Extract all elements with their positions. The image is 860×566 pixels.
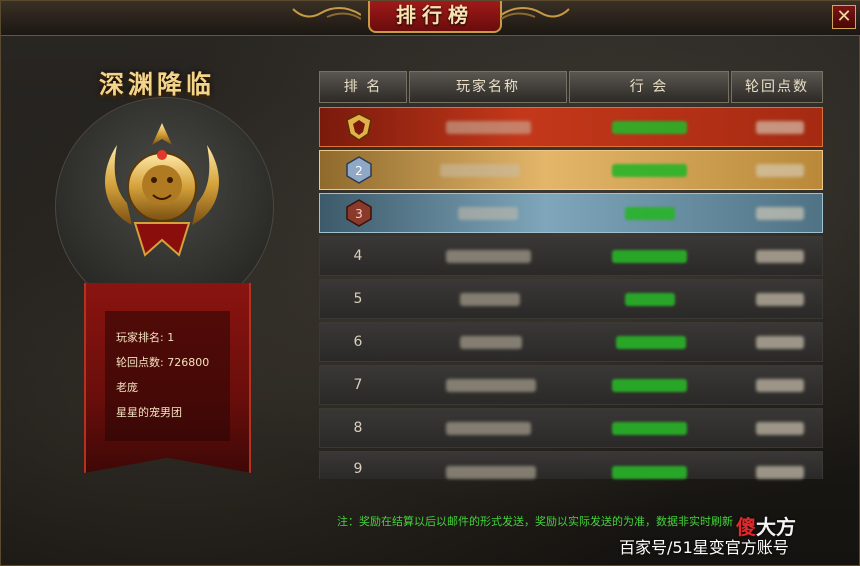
guild-name-blurred: [612, 422, 687, 435]
player-rank-text: 玩家排名: 1: [116, 331, 175, 344]
player-name-blurred: [446, 422, 531, 435]
player-name-text: 老庞: [116, 381, 138, 394]
gold-medal-icon: [346, 113, 372, 141]
rank-cell: 4: [353, 248, 363, 264]
watermark-logo-red: 傻: [736, 515, 756, 539]
left-ornament-icon: [292, 7, 361, 20]
player-name-blurred: [460, 293, 520, 306]
player-name-blurred: [446, 466, 536, 479]
bronze-medal-icon: 3: [346, 199, 372, 227]
player-name-blurred: [446, 379, 536, 392]
player-name-blurred: [458, 207, 518, 220]
table-row[interactable]: 9: [319, 451, 823, 479]
points-blurred: [756, 164, 804, 177]
points-blurred: [756, 121, 804, 134]
svg-text:3: 3: [355, 207, 363, 221]
rank-cell: 8: [353, 420, 363, 436]
points-blurred: [756, 379, 804, 392]
table-row[interactable]: 7: [319, 365, 823, 405]
player-guild-text: 星星的宠男团: [116, 406, 182, 419]
title-bar: 排行榜 ✕: [1, 1, 860, 36]
ranking-window: 排行榜 ✕ 深渊降临 玩家排名: 1 轮回点数: 726800 老庞 星星的宠男…: [0, 0, 860, 566]
player-name-blurred: [446, 121, 531, 134]
right-ornament-icon: [501, 7, 570, 20]
guild-name-blurred: [612, 379, 687, 392]
panel-title: 深渊降临: [99, 70, 216, 99]
guild-name-blurred: [625, 207, 675, 220]
header-player-name: 玩家名称: [409, 71, 567, 103]
guild-name-blurred: [612, 250, 687, 263]
silver-medal-icon: 2: [346, 156, 372, 184]
table-row[interactable]: 8: [319, 408, 823, 448]
table-row[interactable]: 6: [319, 322, 823, 362]
close-button[interactable]: ✕: [832, 5, 856, 29]
watermark-logo: 傻大方: [736, 511, 846, 541]
table-row[interactable]: [319, 107, 823, 147]
points-blurred: [756, 466, 804, 479]
table-row[interactable]: 3: [319, 193, 823, 233]
header-rank: 排 名: [319, 71, 407, 103]
player-name-blurred: [460, 336, 522, 349]
points-blurred: [756, 293, 804, 306]
rank-cell: 5: [353, 291, 363, 307]
svg-text:2: 2: [355, 164, 363, 178]
points-blurred: [756, 336, 804, 349]
window-title: 排行榜: [368, 1, 502, 33]
header-points: 轮回点数: [731, 71, 823, 103]
rank-cell: 7: [353, 377, 363, 393]
table-row[interactable]: 4: [319, 236, 823, 276]
player-points-text: 轮回点数: 726800: [116, 356, 210, 369]
guild-name-blurred: [612, 466, 687, 479]
reward-note: 注：奖励在结算以后以邮件的形式发送，奖励以实际发送的为准，数据非实时刷新: [337, 515, 733, 528]
guild-name-blurred: [612, 164, 687, 177]
guild-name-blurred: [612, 121, 687, 134]
player-name-blurred: [446, 250, 531, 263]
guild-name-blurred: [625, 293, 675, 306]
guild-name-blurred: [616, 336, 686, 349]
rank-cell: 6: [353, 334, 363, 350]
header-guild: 行 会: [569, 71, 729, 103]
player-name-blurred: [440, 164, 520, 177]
points-blurred: [756, 422, 804, 435]
golden-lion-crest-icon: [105, 123, 219, 257]
rank-cell: 9: [353, 461, 363, 477]
table-row[interactable]: 2: [319, 150, 823, 190]
table-row[interactable]: 5: [319, 279, 823, 319]
watermark-logo-white: 大方: [756, 515, 796, 539]
points-blurred: [756, 250, 804, 263]
points-blurred: [756, 207, 804, 220]
